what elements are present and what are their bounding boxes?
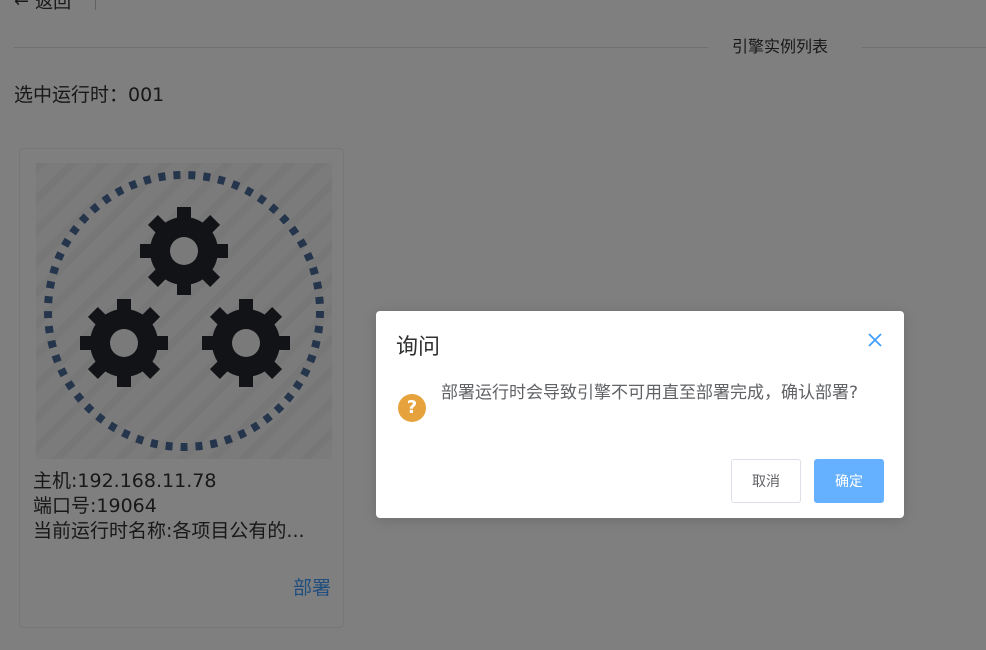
- close-icon[interactable]: [866, 331, 884, 349]
- confirm-button[interactable]: 确定: [814, 459, 884, 503]
- confirm-button-label: 确定: [835, 474, 863, 490]
- question-circle-icon: ?: [398, 394, 426, 422]
- dialog-message: 部署运行时会导致引擎不可用直至部署完成，确认部署?: [441, 383, 859, 403]
- cancel-button-label: 取消: [752, 474, 780, 490]
- page: ← 返回 引擎实例列表 选中运行时：001: [0, 0, 986, 650]
- confirm-dialog: 询问 ? 部署运行时会导致引擎不可用直至部署完成，确认部署? 取消 确定: [376, 311, 904, 518]
- dialog-title: 询问: [396, 335, 441, 360]
- cancel-button[interactable]: 取消: [731, 459, 801, 503]
